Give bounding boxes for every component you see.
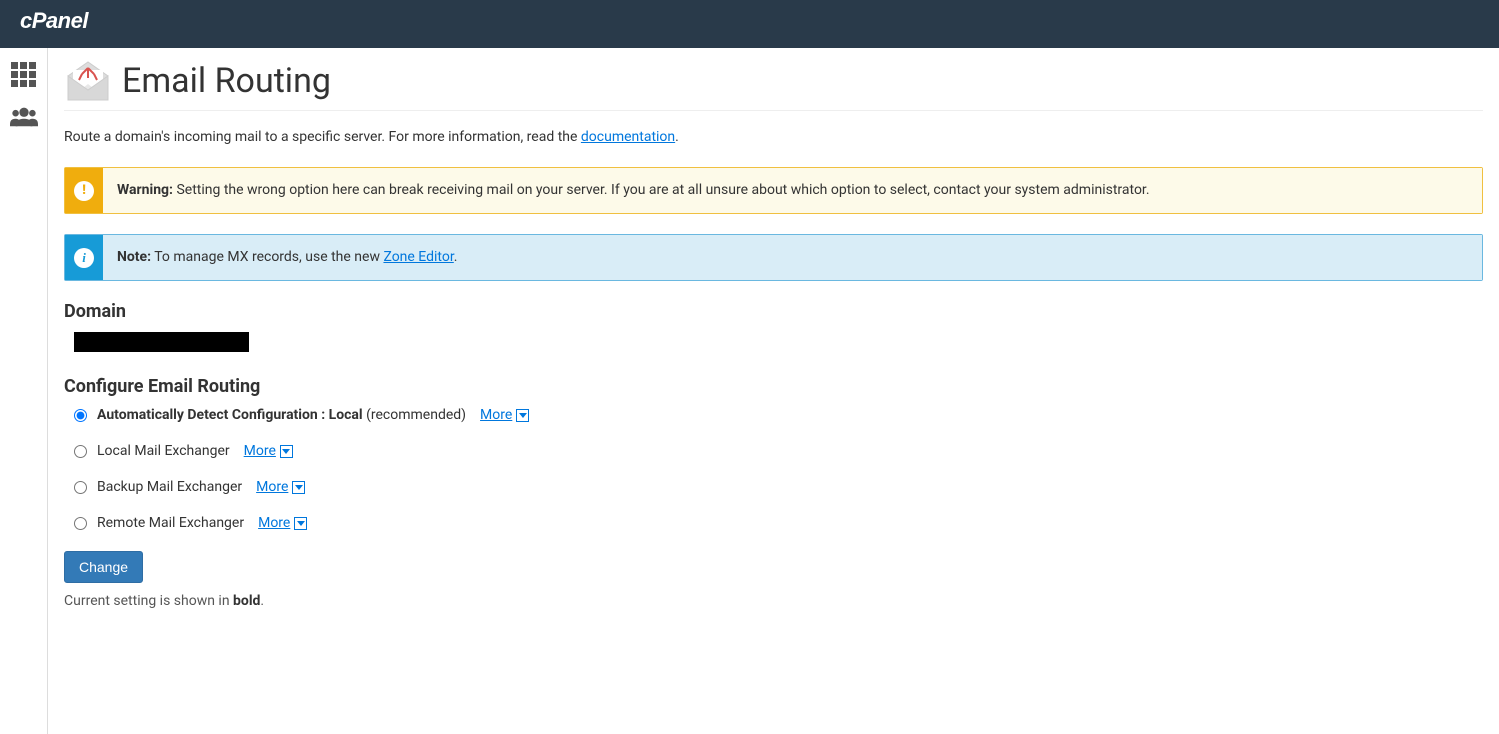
page-description: Route a domain's incoming mail to a spec…: [64, 129, 1483, 145]
routing-label-local[interactable]: Local Mail Exchanger: [97, 443, 230, 459]
routing-label-remote[interactable]: Remote Mail Exchanger: [97, 515, 244, 531]
left-sidebar: [0, 48, 48, 734]
routing-radio-backup[interactable]: [74, 481, 87, 494]
more-link-backup[interactable]: More: [256, 479, 305, 495]
info-icon: i: [65, 235, 103, 280]
page-title: Email Routing: [122, 61, 331, 101]
routing-label-backup[interactable]: Backup Mail Exchanger: [97, 479, 242, 495]
domain-value: [74, 332, 249, 352]
domain-heading: Domain: [64, 301, 1483, 322]
chevron-down-icon: [516, 409, 529, 422]
chevron-down-icon: [294, 517, 307, 530]
users-icon[interactable]: [10, 104, 38, 128]
apps-grid-icon[interactable]: [10, 62, 38, 86]
warning-alert: ! Warning: Setting the wrong option here…: [64, 167, 1483, 214]
more-link-remote[interactable]: More: [258, 515, 307, 531]
routing-option-backup: Backup Mail Exchanger More: [74, 479, 1483, 495]
more-link-local[interactable]: More: [244, 443, 293, 459]
chevron-down-icon: [292, 481, 305, 494]
footnote: Current setting is shown in bold.: [64, 593, 1483, 609]
svg-text:cPanel: cPanel: [20, 9, 89, 33]
top-header: cPanel: [0, 0, 1499, 48]
more-link-auto[interactable]: More: [480, 407, 529, 423]
routing-radio-auto[interactable]: [74, 409, 87, 422]
documentation-link[interactable]: documentation: [581, 129, 675, 145]
chevron-down-icon: [280, 445, 293, 458]
email-routing-icon: [64, 60, 112, 102]
routing-label-auto[interactable]: Automatically Detect Configuration : Loc…: [97, 407, 466, 423]
info-alert: i Note: To manage MX records, use the ne…: [64, 234, 1483, 281]
routing-option-remote: Remote Mail Exchanger More: [74, 515, 1483, 531]
warning-icon: !: [65, 168, 103, 213]
change-button[interactable]: Change: [64, 551, 143, 583]
routing-option-auto: Automatically Detect Configuration : Loc…: [74, 407, 1483, 423]
cpanel-logo[interactable]: cPanel: [20, 9, 116, 39]
routing-heading: Configure Email Routing: [64, 376, 1483, 397]
routing-radio-remote[interactable]: [74, 517, 87, 530]
zone-editor-link[interactable]: Zone Editor: [383, 249, 453, 265]
routing-radio-local[interactable]: [74, 445, 87, 458]
routing-option-local: Local Mail Exchanger More: [74, 443, 1483, 459]
main-content: Email Routing Route a domain's incoming …: [48, 48, 1499, 734]
